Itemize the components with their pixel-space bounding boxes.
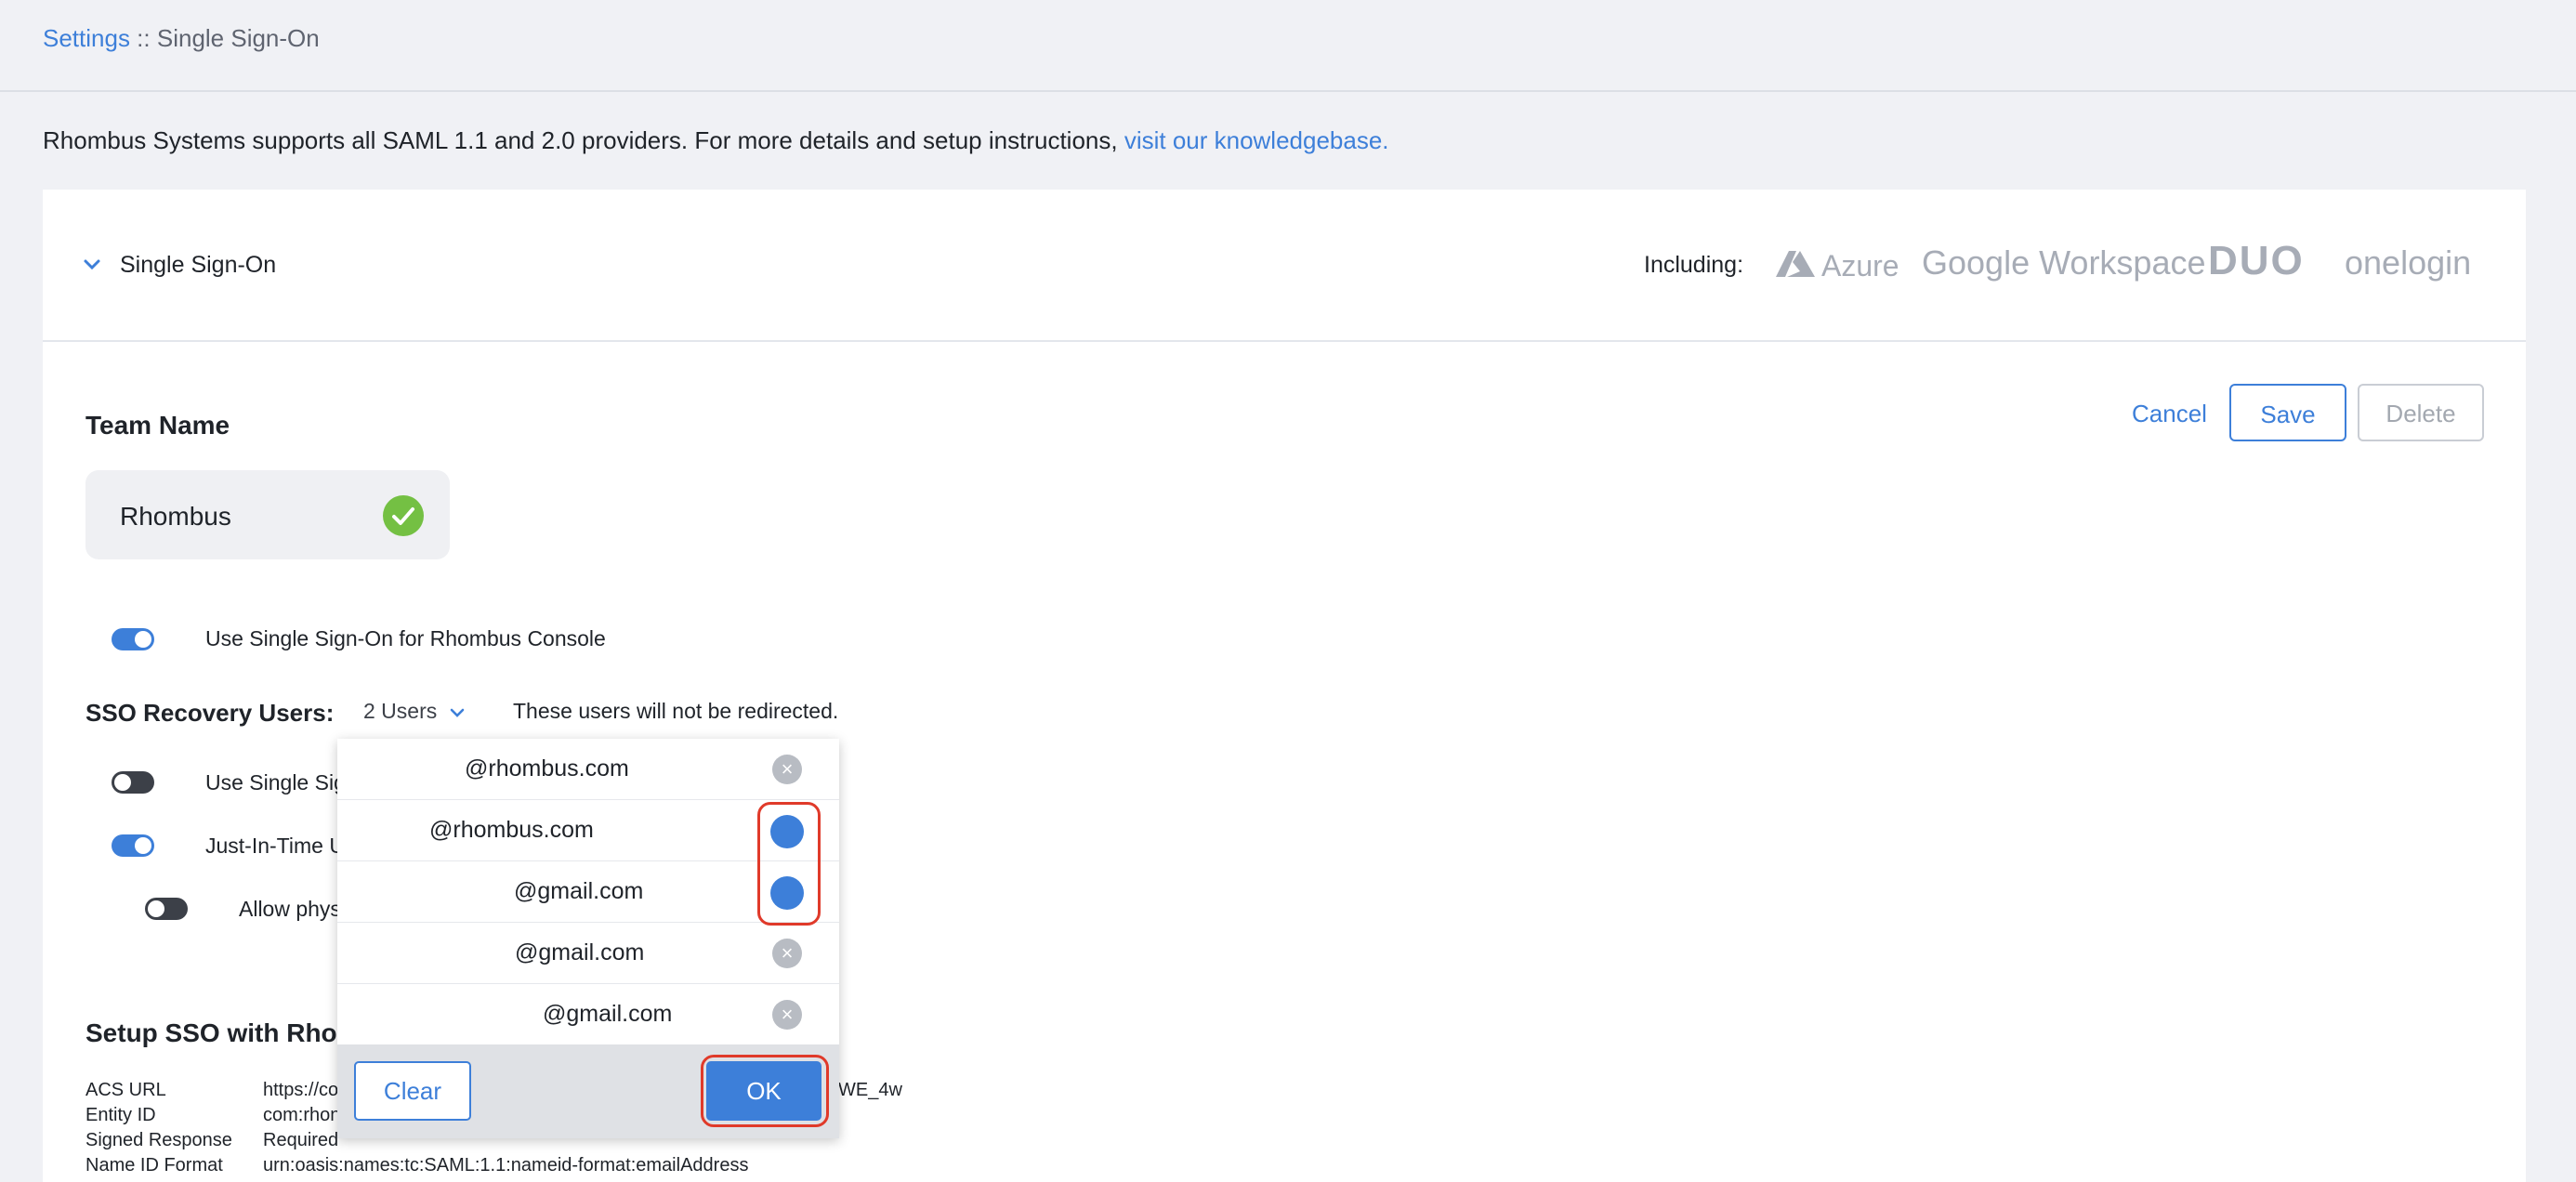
option-2-label: Use Single Sig [205,770,346,795]
sso-panel-title: Single Sign-On [120,252,277,278]
console-sso-label: Use Single Sign-On for Rhombus Console [205,626,606,650]
checkmark-icon [392,507,414,525]
including-label: Including: [1644,252,1744,278]
acs-url-value-tail: WE_4w [838,1080,902,1100]
list-item[interactable]: @gmail.com × [337,984,839,1045]
just-in-time-toggle[interactable] [112,834,154,857]
team-name-value: Rhombus [120,502,231,531]
check-icon [383,495,424,536]
acs-url-label: ACS URL [85,1080,166,1100]
team-name-label: Team Name [85,411,230,440]
name-id-format-label: Name ID Format [85,1155,223,1175]
clear-button[interactable]: Clear [354,1061,471,1121]
toggle-knob [114,774,131,791]
highlight-selected-users [757,802,821,926]
recovery-users-note: These users will not be redirected. [513,699,839,723]
highlight-ok-button [701,1055,829,1127]
cancel-button[interactable]: Cancel [2132,400,2207,428]
chevron-down-icon [450,708,465,717]
duo-logo: DUO [2208,238,2305,283]
list-item[interactable]: @gmail.com × [337,923,839,984]
breadcrumb-current: Single Sign-On [156,24,320,52]
breadcrumb-settings-link[interactable]: Settings [43,24,130,52]
remove-icon[interactable]: × [772,1000,802,1030]
info-description: Rhombus Systems supports all SAML 1.1 an… [43,126,1124,154]
onelogin-logo: onelogin [2345,243,2472,282]
sso-recovery-label: SSO Recovery Users: [85,699,335,727]
knowledgebase-link[interactable]: visit our knowledgebase. [1124,126,1389,154]
info-text: Rhombus Systems supports all SAML 1.1 an… [43,126,1389,155]
save-button[interactable]: Save [2229,384,2346,441]
user-email: @gmail.com [515,939,645,965]
azure-logo: Azure [1821,249,1899,282]
user-email: @gmail.com [543,1001,673,1027]
toggle-knob [135,631,151,648]
chevron-down-icon[interactable] [82,255,102,275]
user-email: @rhombus.com [429,817,594,843]
option-2-toggle[interactable] [112,771,154,794]
entity-id-label: Entity ID [85,1105,156,1125]
option-4-toggle[interactable] [145,898,188,920]
setup-title: Setup SSO with Rho [85,1018,337,1047]
google-workspace-logo: Google Workspace [1922,243,2206,282]
toggle-knob [148,900,164,917]
remove-icon[interactable]: × [772,755,802,784]
recovery-users-value: 2 Users [363,699,438,723]
acs-url-value: https://co [263,1080,339,1100]
remove-icon[interactable]: × [772,939,802,968]
list-item[interactable]: @rhombus.com × [337,739,839,800]
user-email: @rhombus.com [465,755,629,781]
just-in-time-label: Just-In-Time U [205,834,345,858]
sso-panel-header[interactable]: Single Sign-On Including: Azure Google W… [43,190,2526,342]
team-name-field[interactable]: Rhombus [85,470,450,559]
user-email: @gmail.com [514,878,644,904]
signed-response-label: Signed Response [85,1130,232,1150]
top-bar: Settings :: Single Sign-On [0,0,2576,92]
name-id-format-value: urn:oasis:names:tc:SAML:1.1:nameid-forma… [263,1155,749,1175]
azure-logo-icon [1776,251,1815,277]
console-sso-toggle[interactable] [112,628,154,650]
delete-button[interactable]: Delete [2358,384,2484,441]
entity-id-value: com:rhon [263,1105,341,1125]
option-4-label: Allow phys [239,897,341,921]
breadcrumb-separator: :: [129,24,157,52]
signed-response-value: Required [263,1130,339,1150]
recovery-users-select[interactable]: 2 Users [363,699,465,724]
toggle-knob [135,837,151,854]
breadcrumb: Settings :: Single Sign-On [43,24,320,53]
